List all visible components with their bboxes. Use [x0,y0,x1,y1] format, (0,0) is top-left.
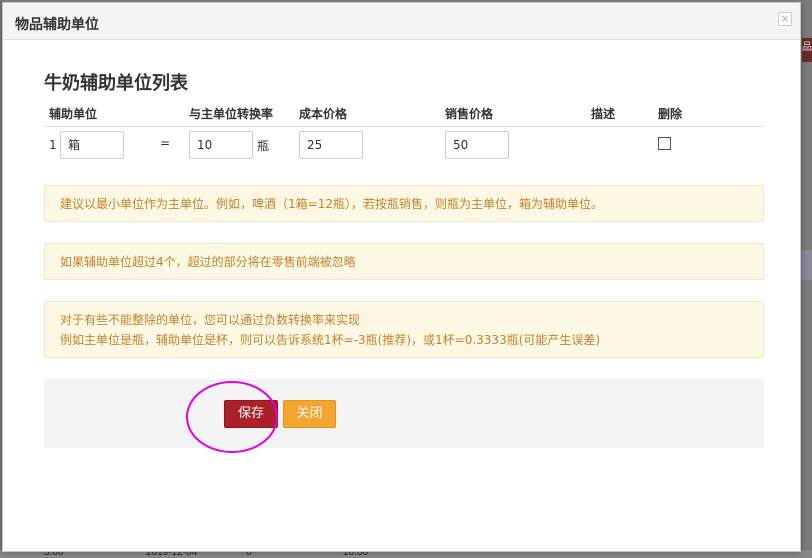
close-icon[interactable]: × [778,12,792,26]
dialog-title: 物品辅助单位 [15,17,99,33]
header-aux-unit: 辅助单位 [49,107,98,121]
background-tab: 品 [802,38,812,62]
notice-line: 建议以最小单位作为主单位。例如，啤酒（1箱=12瓶），若按瓶销售，则瓶为主单位，… [60,197,603,211]
header-ratio: 与主单位转换率 [189,107,274,121]
dialog-footer [44,379,764,448]
header-delete: 删除 [658,107,683,121]
header-sale: 销售价格 [445,107,494,121]
row-index: 1 [49,138,57,152]
cost-price-input[interactable]: 25 [299,131,363,159]
table-header-divider [44,126,764,127]
close-button[interactable]: 关闭 [283,400,336,428]
notice-line: 如果辅助单位超过4个，超过的部分将在零售前端被忽略 [60,255,356,269]
section-title: 牛奶辅助单位列表 [44,73,188,94]
ratio-input[interactable]: 10 [189,131,253,159]
aux-unit-input[interactable]: 箱 [60,131,124,159]
header-cost: 成本价格 [299,107,348,121]
sale-price-input[interactable]: 50 [445,131,509,159]
notice-line: 例如主单位是瓶，辅助单位是杯，则可以告诉系统1杯=-3瓶(推荐)，或1杯=0.3… [60,333,601,347]
main-unit-label: 瓶 [257,139,270,153]
equals-sign: = [160,136,171,150]
background-page-right: 品 [800,0,812,558]
notice-limit: 如果辅助单位超过4个，超过的部分将在零售前端被忽略 [44,243,764,280]
delete-checkbox[interactable] [658,137,671,150]
notice-line: 对于有些不能整除的单位，您可以通过负数转换率来实现 [60,313,361,327]
header-desc: 描述 [591,107,616,121]
aux-unit-dialog: 物品辅助单位 × 牛奶辅助单位列表 辅助单位 与主单位转换率 成本价格 销售价格… [2,2,801,552]
highlight-ring [186,381,278,453]
notice-negative-ratio: 对于有些不能整除的单位，您可以通过负数转换率来实现 例如主单位是瓶，辅助单位是杯… [44,301,764,358]
dialog-header: 物品辅助单位 × [3,3,800,40]
background-row [800,250,812,280]
notice-main-unit: 建议以最小单位作为主单位。例如，啤酒（1箱=12瓶），若按瓶销售，则瓶为主单位，… [44,185,764,222]
